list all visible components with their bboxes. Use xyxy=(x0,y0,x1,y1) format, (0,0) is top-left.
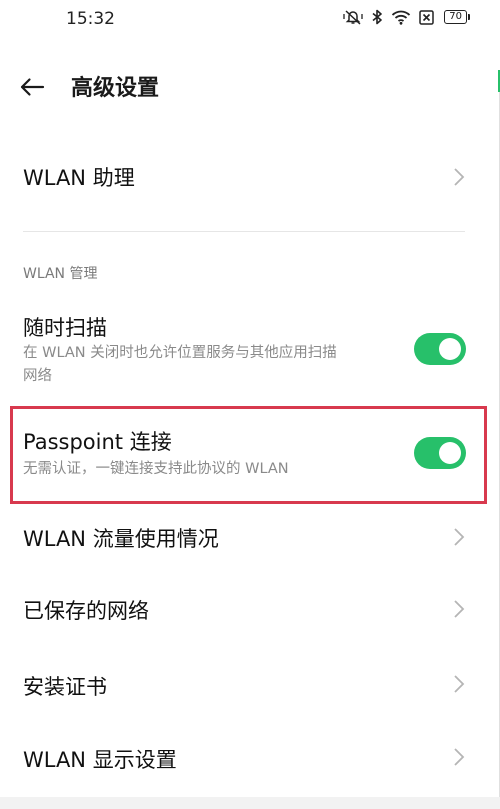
battery-icon: 70 xyxy=(444,10,470,24)
saved-networks-label: 已保存的网络 xyxy=(23,599,149,623)
section-label-wlan-management: WLAN 管理 xyxy=(23,266,98,282)
wifi-icon xyxy=(391,10,411,25)
status-time: 15:32 xyxy=(66,9,115,29)
install-certificate-label: 安装证书 xyxy=(23,675,107,699)
scan-anytime-label: 随时扫描 xyxy=(23,316,107,340)
wlan-display-settings-item[interactable]: WLAN 显示设置 xyxy=(0,722,500,794)
scan-anytime-toggle[interactable] xyxy=(414,333,466,365)
chevron-right-icon xyxy=(454,600,465,618)
wlan-traffic-usage-item[interactable]: WLAN 流量使用情况 xyxy=(0,502,500,574)
page-title: 高级设置 xyxy=(71,76,160,101)
back-button[interactable] xyxy=(18,73,46,101)
scan-anytime-item[interactable]: 随时扫描 在 WLAN 关闭时也允许位置服务与其他应用扫描 网络 xyxy=(0,300,500,400)
wlan-display-settings-label: WLAN 显示设置 xyxy=(23,748,177,772)
highlight-box xyxy=(10,406,487,504)
scan-anytime-description: 在 WLAN 关闭时也允许位置服务与其他应用扫描 网络 xyxy=(23,342,398,388)
chevron-right-icon xyxy=(454,528,465,546)
sim-off-icon xyxy=(419,9,435,25)
install-certificate-item[interactable]: 安装证书 xyxy=(0,648,500,722)
saved-networks-item[interactable]: 已保存的网络 xyxy=(0,574,500,648)
wlan-assistant-label: WLAN 助理 xyxy=(23,166,135,190)
status-bar: 15:32 70 xyxy=(0,0,500,40)
chevron-right-icon xyxy=(454,168,465,186)
status-icons: 70 xyxy=(343,9,470,25)
divider xyxy=(23,231,465,232)
scan-anytime-description-line2: 网络 xyxy=(23,368,52,384)
chevron-right-icon xyxy=(454,748,465,766)
wlan-traffic-usage-label: WLAN 流量使用情况 xyxy=(23,527,219,551)
toggle-knob xyxy=(439,338,461,360)
bottom-strip xyxy=(0,797,500,809)
scan-anytime-description-line1: 在 WLAN 关闭时也允许位置服务与其他应用扫描 xyxy=(23,345,337,361)
arrow-left-icon xyxy=(20,78,45,96)
bluetooth-icon xyxy=(371,9,383,25)
vibrate-mute-icon xyxy=(343,9,363,25)
chevron-right-icon xyxy=(454,675,465,693)
wlan-assistant-item[interactable]: WLAN 助理 xyxy=(0,140,500,212)
app-bar: 高级设置 xyxy=(0,60,500,112)
